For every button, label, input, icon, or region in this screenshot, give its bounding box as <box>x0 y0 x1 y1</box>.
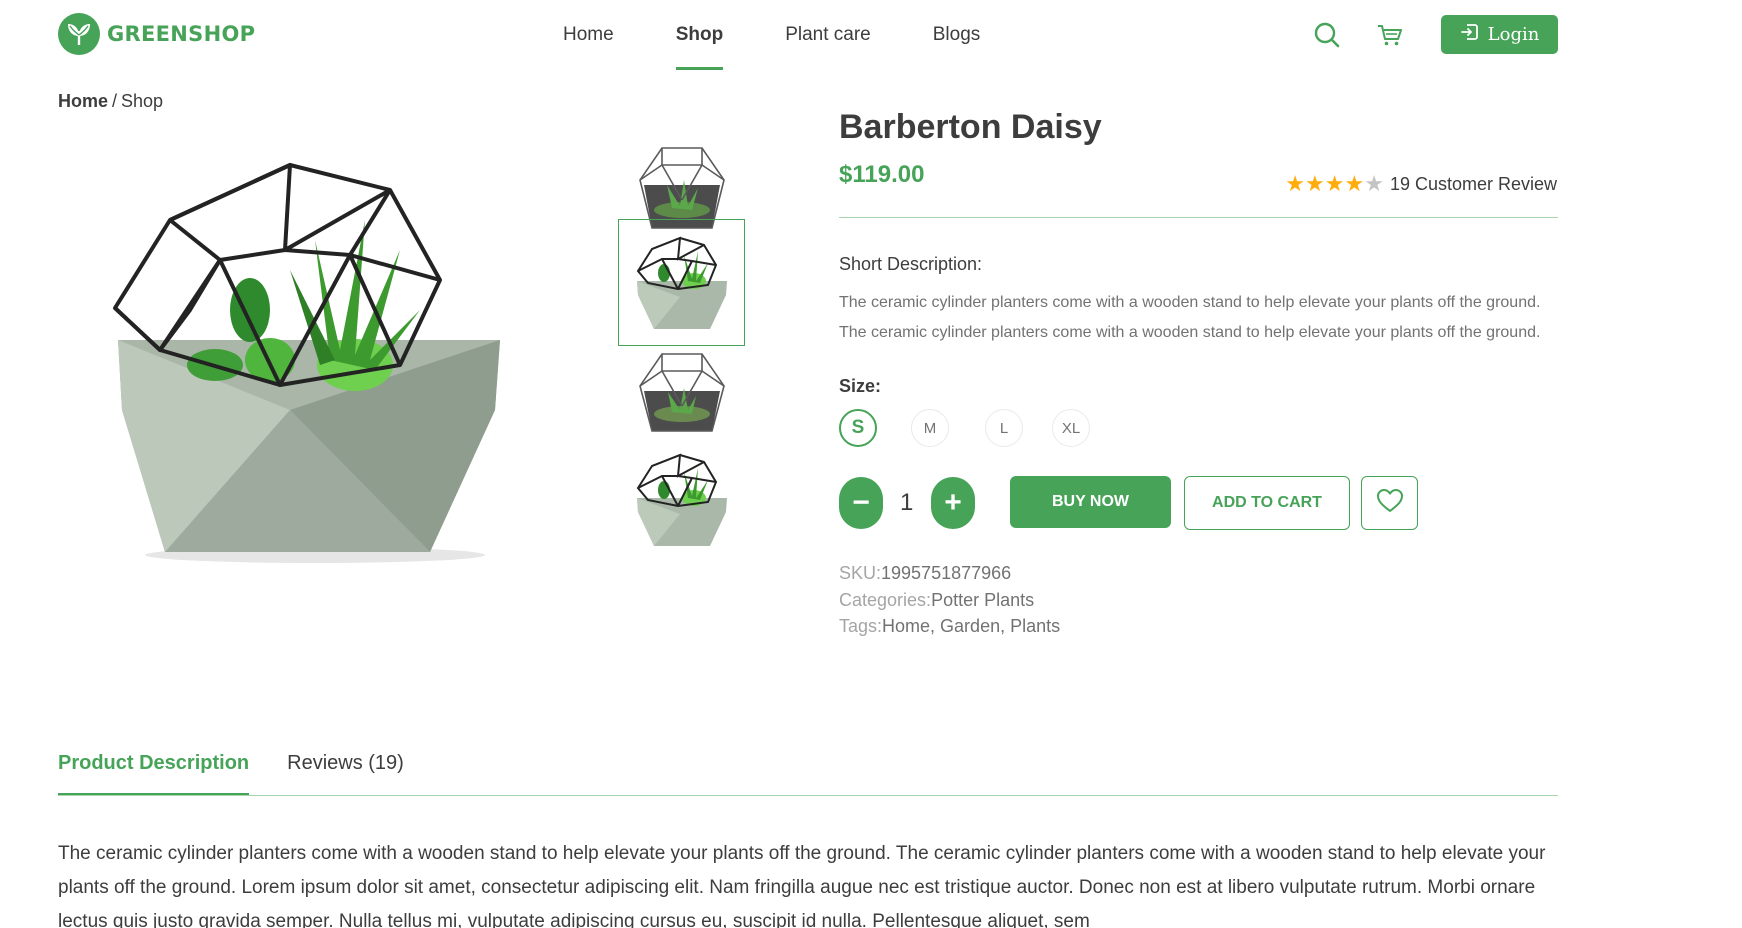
logo[interactable]: GREENSHOP <box>58 13 255 55</box>
quantity-increment-button[interactable]: + <box>931 477 975 529</box>
rating-stars: ★★★★★ <box>1285 171 1384 197</box>
thumbnail-4[interactable] <box>618 436 745 563</box>
login-label: Login <box>1487 24 1540 45</box>
size-option-m[interactable]: M <box>911 409 949 447</box>
brand-name: GREENSHOP <box>107 22 256 46</box>
star-icon: ★ <box>1285 171 1305 196</box>
tab-reviews[interactable]: Reviews (19) <box>287 752 404 796</box>
wishlist-button[interactable] <box>1361 476 1418 530</box>
size-option-xl[interactable]: XL <box>1052 409 1090 447</box>
search-icon[interactable] <box>1312 20 1342 50</box>
buy-now-button[interactable]: BUY NOW <box>1010 476 1171 528</box>
star-empty-icon: ★ <box>1364 171 1384 196</box>
add-to-cart-button[interactable]: ADD TO CART <box>1184 476 1350 530</box>
size-option-s[interactable]: S <box>839 409 877 447</box>
product-title: Barberton Daisy <box>839 108 1102 146</box>
heart-icon <box>1376 488 1404 519</box>
tab-product-description[interactable]: Product Description <box>58 752 250 796</box>
nav-item-shop[interactable]: Shop <box>675 0 723 70</box>
sku-value: 1995751877966 <box>881 563 1012 583</box>
product-tags: Tags:Home, Garden, Plants <box>839 616 1060 637</box>
cart-icon[interactable] <box>1375 20 1405 50</box>
product-main-image <box>100 160 520 570</box>
breadcrumb-current: Shop <box>121 91 164 111</box>
leaf-logo-icon <box>58 13 100 55</box>
categories-value[interactable]: Potter Plants <box>931 590 1034 610</box>
breadcrumb-separator: / <box>112 91 118 111</box>
product-description-text: The ceramic cylinder planters come with … <box>58 843 1546 928</box>
star-icon: ★ <box>1305 171 1325 196</box>
login-button[interactable]: Login <box>1441 15 1558 54</box>
short-description: The ceramic cylinder planters come with … <box>839 294 1541 341</box>
tags-value[interactable]: Home, Garden, Plants <box>882 616 1060 636</box>
product-categories: Categories:Potter Plants <box>839 590 1034 611</box>
size-option-l[interactable]: L <box>985 409 1023 447</box>
nav-item-home[interactable]: Home <box>563 0 614 70</box>
nav-item-blogs[interactable]: Blogs <box>933 0 981 70</box>
tags-label: Tags: <box>839 616 883 636</box>
divider <box>839 217 1558 218</box>
categories-label: Categories: <box>839 590 932 610</box>
nav-item-plant-care[interactable]: Plant care <box>785 0 871 70</box>
quantity-decrement-button[interactable]: − <box>839 477 883 529</box>
login-icon <box>1460 22 1480 47</box>
short-description-label: Short Description: <box>839 254 983 274</box>
quantity-value: 1 <box>900 489 914 516</box>
thumbnail-2[interactable] <box>618 219 745 346</box>
product-sku: SKU:1995751877966 <box>839 563 1011 584</box>
size-label: Size: <box>839 376 882 396</box>
product-price: $119.00 <box>839 161 925 188</box>
main-nav: Home Shop Plant care Blogs <box>563 0 1042 70</box>
tabs-divider <box>58 795 1558 796</box>
breadcrumb-home[interactable]: Home <box>58 91 108 111</box>
header: GREENSHOP Home Shop Plant care Blogs Log… <box>0 0 1742 70</box>
star-icon: ★ <box>1324 171 1345 196</box>
review-count: 19 Customer Review <box>1389 173 1557 194</box>
sku-label: SKU: <box>839 563 882 583</box>
product-rating[interactable]: ★★★★★ 19 Customer Review <box>1285 171 1557 197</box>
star-icon: ★ <box>1344 171 1365 196</box>
breadcrumb: Home / Shop <box>58 91 163 112</box>
product-tabs: Product Description Reviews (19) <box>58 752 442 796</box>
